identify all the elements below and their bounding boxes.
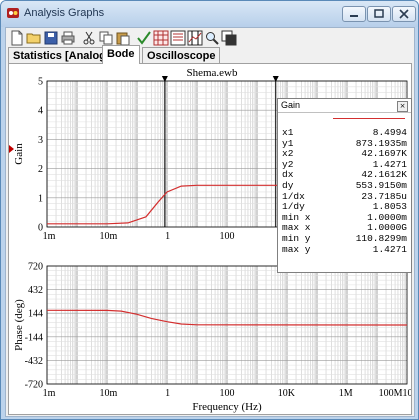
analysis-graphs-window: Analysis Graphs Statistics [Analog] Bode… bbox=[0, 0, 419, 420]
toggle-legend-button[interactable] bbox=[170, 30, 186, 46]
open-button[interactable] bbox=[26, 30, 42, 46]
selected-graph-marker bbox=[9, 145, 14, 153]
close-button[interactable] bbox=[392, 6, 416, 22]
legend-row-name: x1 bbox=[282, 127, 294, 138]
open-folder-icon bbox=[26, 33, 41, 44]
phase-y-tick-label: 432 bbox=[28, 285, 43, 296]
legend-row-value: 8.4994 bbox=[372, 127, 407, 138]
gain-y-tick-label: 2 bbox=[38, 164, 43, 175]
gain-y-tick-label: 4 bbox=[38, 106, 43, 117]
legend-row: min y 110.8299m bbox=[282, 233, 407, 244]
phase-y-tick-label: 720 bbox=[28, 262, 43, 273]
legend-title: Gain bbox=[281, 100, 301, 110]
phase-y-tick-label: -144 bbox=[25, 332, 43, 343]
window-title: Analysis Graphs bbox=[24, 7, 105, 19]
new-button[interactable] bbox=[9, 30, 25, 46]
legend-trace-swatch bbox=[333, 118, 405, 119]
legend-row-value: 553.9150m bbox=[355, 180, 407, 191]
phase-x-tick-label: 1 bbox=[165, 388, 170, 399]
overlay-icon bbox=[221, 30, 237, 46]
zoom-magnifier-icon bbox=[206, 32, 219, 45]
phase-y-tick-label: -720 bbox=[25, 380, 43, 391]
paste-button[interactable] bbox=[115, 30, 131, 46]
phase-y-tick-label: -432 bbox=[25, 356, 43, 367]
phase-x-tick-label: 100M1000M bbox=[379, 388, 411, 399]
legend-row: dy 553.9150m bbox=[282, 180, 407, 191]
legend-row: x1 8.4994 bbox=[282, 127, 407, 138]
legend-row: max y 1.4271 bbox=[282, 243, 407, 255]
gain-x-tick-label: 10m bbox=[99, 231, 117, 242]
app-icon bbox=[7, 8, 19, 18]
minimize-button[interactable] bbox=[342, 6, 366, 22]
properties-button[interactable] bbox=[136, 30, 152, 46]
title-bar[interactable]: Analysis Graphs bbox=[1, 1, 418, 27]
legend-row-name: min y bbox=[282, 233, 311, 244]
gain-cursor-legend[interactable]: Gain × x1 8.4994 y1 873.1935m x2 42.1697K y2 1.… bbox=[277, 98, 412, 273]
cursors-icon bbox=[187, 30, 203, 46]
maximize-button[interactable] bbox=[367, 6, 391, 22]
gain-x-tick-label: 1 bbox=[165, 231, 170, 242]
save-button[interactable] bbox=[43, 30, 59, 46]
cut-button[interactable] bbox=[81, 30, 97, 46]
legend-row-value: 110.8299m bbox=[355, 233, 407, 244]
tab-statistics-analog[interactable]: Statistics [Analog] bbox=[8, 47, 115, 64]
phase-x-tick-label: 1m bbox=[43, 388, 56, 399]
phase-x-tick-label: 100 bbox=[220, 388, 235, 399]
legend-row-value: 1.4271 bbox=[372, 243, 407, 255]
tab-bode[interactable]: Bode bbox=[102, 45, 140, 64]
zoom-button[interactable] bbox=[204, 30, 220, 46]
gain-y-tick-label: 5 bbox=[38, 77, 43, 88]
maximize-icon bbox=[374, 9, 384, 18]
printer-icon bbox=[61, 31, 75, 45]
gain-x-tick-label: 1m bbox=[43, 231, 56, 242]
close-icon bbox=[399, 9, 409, 19]
toggle-cursors-button[interactable] bbox=[187, 30, 203, 46]
phase-y-tick-label: 144 bbox=[28, 309, 43, 320]
tab-oscilloscope[interactable]: Oscilloscope bbox=[142, 47, 221, 64]
legend-header: Gain × bbox=[278, 99, 411, 113]
window-client-area: Statistics [Analog] Bode Oscilloscope 5 4… bbox=[5, 27, 415, 417]
graph-title: Shema.ewb bbox=[186, 67, 238, 79]
print-button[interactable] bbox=[60, 30, 76, 46]
properties-check-icon bbox=[137, 31, 151, 45]
save-disk-icon bbox=[44, 31, 58, 45]
new-document-icon bbox=[11, 30, 23, 46]
paste-icon bbox=[116, 32, 130, 46]
phase-x-axis-label: Frequency (Hz) bbox=[192, 401, 262, 413]
minimize-icon bbox=[350, 15, 358, 17]
phase-y-axis-label: Phase (deg) bbox=[13, 299, 25, 351]
legend-icon bbox=[170, 30, 186, 46]
phase-x-tick-label: 10m bbox=[99, 388, 117, 399]
copy-button[interactable] bbox=[98, 30, 114, 46]
tab-strip: Statistics [Analog] Bode Oscilloscope bbox=[8, 45, 410, 64]
overlay-button[interactable] bbox=[221, 30, 237, 46]
gain-y-tick-label: 1 bbox=[38, 193, 43, 204]
bode-graph-panel: 5432101m10m110010K1MGain720432144-144-43… bbox=[8, 63, 412, 415]
copy-icon bbox=[99, 31, 113, 45]
scissors-icon bbox=[83, 31, 95, 45]
toggle-grid-button[interactable] bbox=[153, 30, 169, 46]
gain-y-axis-label: Gain bbox=[13, 143, 25, 165]
gain-x-tick-label: 100 bbox=[220, 231, 235, 242]
legend-close-button[interactable]: × bbox=[397, 101, 408, 112]
legend-row-name: max y bbox=[282, 243, 311, 255]
close-icon: × bbox=[399, 102, 406, 110]
phase-x-tick-label: 10K bbox=[278, 388, 296, 399]
grid-icon bbox=[153, 30, 169, 46]
legend-row-name: dy bbox=[282, 180, 294, 191]
gain-y-tick-label: 3 bbox=[38, 135, 43, 146]
phase-x-tick-label: 1M bbox=[339, 388, 353, 399]
